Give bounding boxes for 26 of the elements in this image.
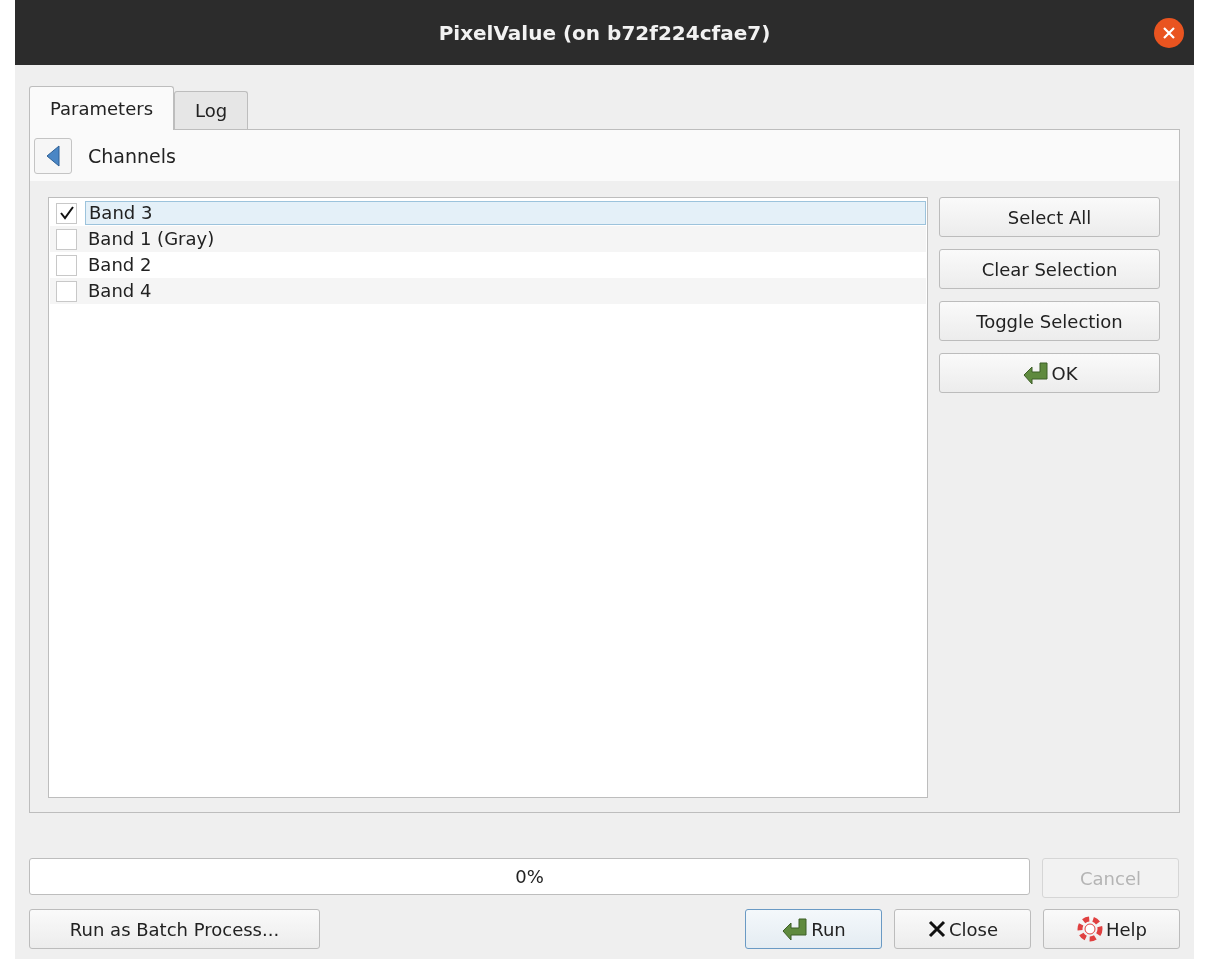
- checkbox[interactable]: [56, 280, 77, 302]
- window-title: PixelValue (on b72f224cfae7): [438, 20, 771, 45]
- checkbox[interactable]: [56, 202, 77, 224]
- tab[interactable]: Log: [174, 91, 249, 129]
- return-arrow-icon: [1021, 361, 1050, 385]
- selection-button[interactable]: Clear Selection: [939, 249, 1160, 289]
- selection-button[interactable]: Toggle Selection: [939, 301, 1160, 341]
- tab[interactable]: Parameters: [29, 86, 175, 130]
- checkbox[interactable]: [56, 254, 77, 276]
- ok-button[interactable]: OK: [939, 353, 1160, 393]
- channel-item[interactable]: Band 3: [85, 201, 926, 225]
- close-icon: [1162, 26, 1176, 40]
- channel-item[interactable]: Band 2: [85, 253, 926, 277]
- batch-button[interactable]: Run as Batch Process...: [29, 909, 320, 949]
- triangle-left-icon: [44, 143, 62, 168]
- close-button[interactable]: Close: [894, 909, 1031, 949]
- close-button[interactable]: [1154, 18, 1184, 48]
- help-button[interactable]: Help: [1043, 909, 1180, 949]
- run-button[interactable]: Run: [745, 909, 882, 949]
- section-title: Channels: [88, 144, 176, 167]
- back-button[interactable]: [34, 137, 72, 174]
- checkbox[interactable]: [56, 228, 77, 250]
- close-icon: [926, 919, 947, 939]
- lifebuoy-icon: [1075, 915, 1104, 943]
- return-arrow-icon: [781, 917, 810, 941]
- selection-button[interactable]: Select All: [939, 197, 1160, 237]
